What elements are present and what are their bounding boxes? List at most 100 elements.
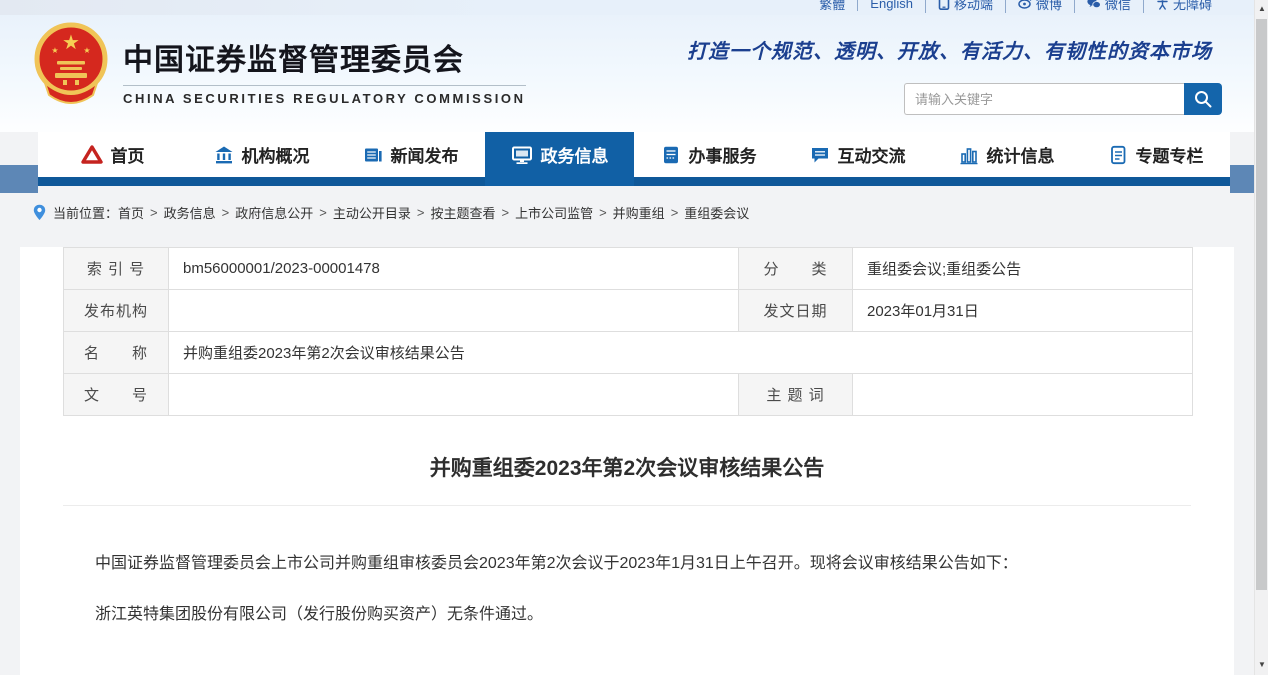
- lang-english-label: English: [870, 0, 913, 11]
- breadcrumb-item-info-disclosure[interactable]: 政府信息公开: [235, 203, 313, 222]
- publisher-value: [169, 290, 739, 332]
- breadcrumb-item-home[interactable]: 首页: [118, 203, 144, 222]
- breadcrumb-item-ma[interactable]: 并购重组: [613, 203, 665, 222]
- bank-icon: [214, 145, 234, 165]
- nav-label: 政务信息: [541, 142, 609, 167]
- chat-bubble-icon: [810, 145, 830, 165]
- doc-number-value: [169, 374, 739, 416]
- article-body: 中国证券监督管理委员会上市公司并购重组审核委员会2023年第2次会议于2023年…: [63, 550, 1170, 628]
- breadcrumb-separator: >: [671, 205, 679, 220]
- accessibility-label: 无障碍: [1173, 0, 1212, 13]
- nav-label: 互动交流: [838, 142, 906, 167]
- scrollbar-down-arrow[interactable]: ▼: [1255, 657, 1268, 671]
- nav-left-strip: [0, 165, 38, 193]
- nav-item-statistics[interactable]: 统计信息: [932, 132, 1081, 177]
- search-button[interactable]: [1184, 83, 1222, 115]
- content-panel: 索 引 号 bm56000001/2023-00001478 分 类 重组委会议…: [20, 247, 1234, 675]
- article-title: 并购重组委2023年第2次会议审核结果公告: [20, 452, 1234, 482]
- breadcrumb-separator: >: [319, 205, 327, 220]
- scrollbar-thumb[interactable]: [1256, 19, 1267, 590]
- breadcrumb-item-active-catalog[interactable]: 主动公开目录: [333, 203, 411, 222]
- search-icon: [1193, 89, 1213, 109]
- keywords-value: [853, 374, 1193, 416]
- table-row: 名 称 并购重组委2023年第2次会议审核结果公告: [64, 332, 1193, 374]
- newspaper-icon: [363, 145, 383, 165]
- breadcrumb: 当前位置： 首页 > 政务信息 > 政府信息公开 > 主动公开目录 > 按主题查…: [0, 193, 1268, 232]
- nav-item-home[interactable]: 首页: [38, 132, 187, 177]
- nav-label: 首页: [111, 142, 145, 167]
- lang-traditional-link[interactable]: 繁體: [807, 0, 857, 13]
- nav-right-strip: [1230, 165, 1254, 193]
- publisher-label: 发布机构: [64, 290, 169, 332]
- breadcrumb-item-by-topic[interactable]: 按主题查看: [430, 203, 495, 222]
- name-label: 名 称: [64, 332, 169, 374]
- breadcrumb-item-committee-meeting[interactable]: 重组委会议: [684, 203, 749, 222]
- nav-item-services[interactable]: 办事服务: [634, 132, 783, 177]
- doc-number-label: 文 号: [64, 374, 169, 416]
- publish-date-value: 2023年01月31日: [853, 290, 1193, 332]
- csrc-logo-icon: [81, 145, 103, 165]
- monitor-icon: [511, 145, 533, 165]
- nav-label: 专题专栏: [1136, 142, 1204, 167]
- breadcrumb-separator: >: [599, 205, 607, 220]
- category-label: 分 类: [739, 248, 853, 290]
- wechat-link[interactable]: 微信: [1074, 0, 1143, 13]
- breadcrumb-separator: >: [150, 205, 158, 220]
- name-value: 并购重组委2023年第2次会议审核结果公告: [169, 332, 1193, 374]
- article-paragraph: 浙江英特集团股份有限公司（发行股份购买资产）无条件通过。: [63, 601, 1170, 628]
- main-navigation: 首页 机构概况 新闻发布: [0, 132, 1268, 193]
- nav-item-special-topics[interactable]: 专题专栏: [1081, 132, 1230, 177]
- weibo-label: 微博: [1036, 0, 1062, 13]
- svg-text:★: ★: [83, 46, 90, 55]
- accessibility-icon: [1156, 0, 1169, 10]
- index-number-value: bm56000001/2023-00001478: [169, 248, 739, 290]
- lang-traditional-label: 繁體: [819, 0, 845, 13]
- article-paragraph: 中国证券监督管理委员会上市公司并购重组审核委员会2023年第2次会议于2023年…: [63, 550, 1170, 577]
- site-title-en: CHINA SECURITIES REGULATORY COMMISSION: [123, 85, 526, 106]
- bar-chart-icon: [959, 145, 979, 165]
- weibo-icon: [1018, 0, 1032, 9]
- document-info-table: 索 引 号 bm56000001/2023-00001478 分 类 重组委会议…: [63, 247, 1193, 416]
- scrollbar-up-arrow[interactable]: ▲: [1255, 1, 1268, 15]
- table-row: 文 号 主 题 词: [64, 374, 1193, 416]
- table-row: 发布机构 发文日期 2023年01月31日: [64, 290, 1193, 332]
- breadcrumb-separator: >: [417, 205, 425, 220]
- site-title-cn: 中国证券监督管理委员会: [123, 35, 526, 79]
- nav-label: 办事服务: [689, 142, 757, 167]
- publish-date-label: 发文日期: [739, 290, 853, 332]
- lang-english-link[interactable]: English: [857, 0, 925, 11]
- nav-label: 统计信息: [987, 142, 1055, 167]
- breadcrumb-item-listed-company[interactable]: 上市公司监管: [515, 203, 593, 222]
- nav-item-news[interactable]: 新闻发布: [336, 132, 485, 177]
- search-input[interactable]: [904, 83, 1184, 115]
- national-emblem-logo: ★ ★ ★: [33, 19, 109, 109]
- document-icon: [1108, 145, 1128, 165]
- site-header: ★ ★ ★ 中国证券监督管理委员会 CHINA SECURITIES REGUL…: [0, 15, 1268, 132]
- breadcrumb-separator: >: [501, 205, 509, 220]
- keywords-label: 主 题 词: [739, 374, 853, 416]
- nav-item-interaction[interactable]: 互动交流: [783, 132, 932, 177]
- wechat-label: 微信: [1105, 0, 1131, 13]
- weibo-link[interactable]: 微博: [1005, 0, 1074, 13]
- nav-item-about[interactable]: 机构概况: [187, 132, 336, 177]
- title-divider: [63, 505, 1191, 506]
- category-value: 重组委会议;重组委公告: [853, 248, 1193, 290]
- nav-label: 机构概况: [242, 142, 310, 167]
- site-slogan: 打造一个规范、透明、开放、有活力、有韧性的资本市场: [687, 35, 1212, 64]
- breadcrumb-item-government-info[interactable]: 政务信息: [164, 203, 216, 222]
- breadcrumb-prefix: 当前位置：: [53, 203, 118, 222]
- mobile-site-label: 移动端: [954, 0, 993, 13]
- nav-under-bar: [38, 177, 1230, 186]
- svg-text:★: ★: [62, 30, 80, 54]
- scrollbar[interactable]: ▲ ▼: [1254, 0, 1268, 675]
- mobile-icon: [938, 0, 950, 10]
- location-pin-icon: [33, 204, 46, 221]
- search-box: [904, 83, 1222, 115]
- wechat-icon: [1087, 0, 1101, 9]
- nav-item-government-info[interactable]: 政务信息: [485, 132, 634, 177]
- mobile-site-link[interactable]: 移动端: [925, 0, 1005, 13]
- nav-label: 新闻发布: [391, 142, 459, 167]
- accessibility-link[interactable]: 无障碍: [1143, 0, 1224, 13]
- index-number-label: 索 引 号: [64, 248, 169, 290]
- svg-text:★: ★: [51, 46, 58, 55]
